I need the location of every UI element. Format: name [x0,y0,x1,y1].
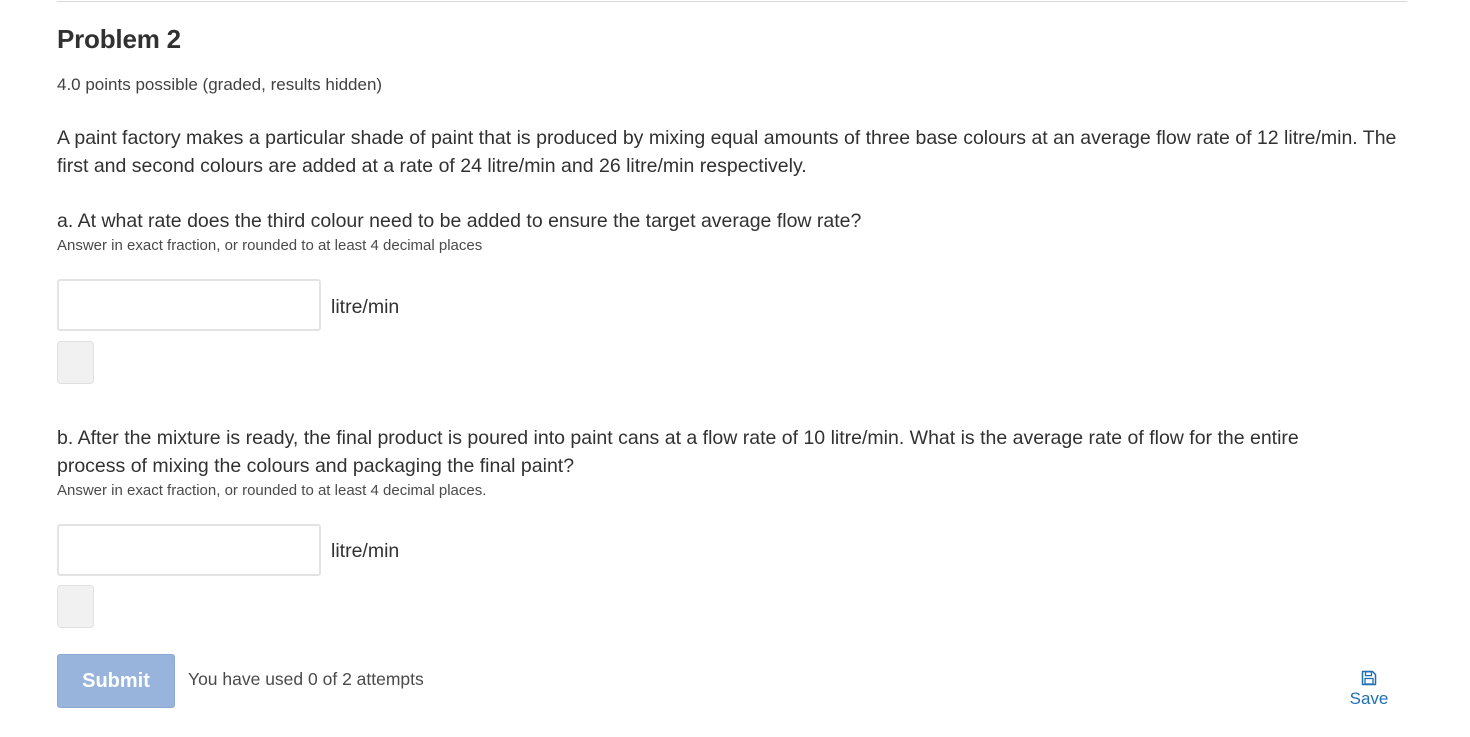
status-indicator-a [57,341,94,384]
submit-button[interactable]: Submit [57,654,175,708]
problem-intro: A paint factory makes a particular shade… [57,127,1397,177]
status-indicator-b [57,585,94,628]
question-a: a. At what rate does the third colour ne… [57,210,862,232]
unit-label-a: litre/min [331,296,400,318]
unit-label-b: litre/min [331,540,400,562]
save-label: Save [1349,689,1389,708]
hint-b: Answer in exact fraction, or rounded to … [57,482,487,499]
floppy-disk-icon [1361,670,1377,686]
top-divider [57,1,1407,2]
save-button[interactable]: Save [1337,670,1401,709]
answer-input-a[interactable] [57,279,321,331]
question-b: b. After the mixture is ready, the final… [57,427,1299,477]
hint-a: Answer in exact fraction, or rounded to … [57,237,483,254]
answer-input-b[interactable] [57,524,321,576]
points-possible: 4.0 points possible (graded, results hid… [57,75,383,94]
attempts-counter: You have used 0 of 2 attempts [188,669,424,689]
problem-title: Problem 2 [57,24,181,54]
